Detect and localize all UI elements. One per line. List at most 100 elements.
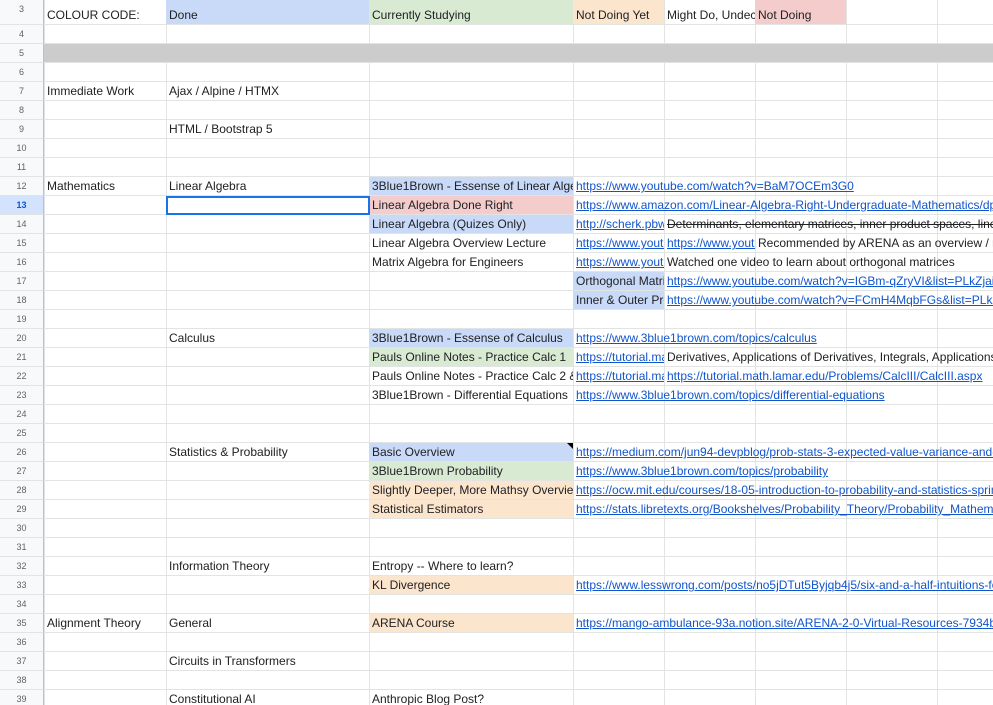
text-cell[interactable]: Statistics & Probability: [166, 443, 369, 462]
text-cell[interactable]: 3Blue1Brown - Essense of Linear Algebra: [369, 177, 573, 196]
link-cell[interactable]: http://scherk.pbworks.com: [573, 215, 664, 234]
row-header-5[interactable]: 5: [0, 44, 44, 63]
text-cell[interactable]: Watched one video to learn about orthogo…: [664, 253, 993, 272]
link-cell[interactable]: https://mango-ambulance-93a.notion.site/…: [573, 614, 993, 633]
row-header-27[interactable]: 27: [0, 462, 44, 481]
row-header-6[interactable]: 6: [0, 63, 44, 82]
row-header-13[interactable]: 13: [0, 196, 44, 215]
text-cell[interactable]: Pauls Online Notes - Practice Calc 2 & 3: [369, 367, 573, 386]
row-header-10[interactable]: 10: [0, 139, 44, 158]
row-header-7[interactable]: 7: [0, 82, 44, 101]
row-header-17[interactable]: 17: [0, 272, 44, 291]
row-number: 32: [16, 561, 27, 571]
text-cell[interactable]: Not Doing Yet: [573, 6, 664, 25]
text-cell[interactable]: Orthogonal Matrices: [573, 272, 664, 291]
text-cell[interactable]: Circuits in Transformers: [166, 652, 369, 671]
row-header-29[interactable]: 29: [0, 500, 44, 519]
text-cell[interactable]: Linear Algebra (Quizes Only): [369, 215, 573, 234]
row-header-25[interactable]: 25: [0, 424, 44, 443]
row-header-21[interactable]: 21: [0, 348, 44, 367]
text-cell[interactable]: Alignment Theory: [44, 614, 166, 633]
text-cell[interactable]: Mathematics: [44, 177, 166, 196]
link-cell[interactable]: https://www.lesswrong.com/posts/no5jDTut…: [573, 576, 993, 595]
row-header-22[interactable]: 22: [0, 367, 44, 386]
text-cell[interactable]: Pauls Online Notes - Practice Calc 1: [369, 348, 573, 367]
row-header-36[interactable]: 36: [0, 633, 44, 652]
row-header-39[interactable]: 39: [0, 690, 44, 705]
text-cell[interactable]: Might Do, Undecided: [664, 6, 755, 25]
row-header-35[interactable]: 35: [0, 614, 44, 633]
link-cell[interactable]: https://www.youtube.com/watch?v=BaM7OCEm…: [573, 177, 993, 196]
text-cell[interactable]: Information Theory: [166, 557, 369, 576]
row-header-23[interactable]: 23: [0, 386, 44, 405]
text-cell[interactable]: Immediate Work: [44, 82, 166, 101]
row-header-20[interactable]: 20: [0, 329, 44, 348]
row-header-18[interactable]: 18: [0, 291, 44, 310]
row-header-11[interactable]: 11: [0, 158, 44, 177]
row-header-30[interactable]: 30: [0, 519, 44, 538]
text-cell[interactable]: General: [166, 614, 369, 633]
text-cell[interactable]: Entropy -- Where to learn?: [369, 557, 573, 576]
text-cell[interactable]: Basic Overview: [369, 443, 573, 462]
text-cell[interactable]: Recommended by ARENA as an overview / re…: [755, 234, 993, 253]
text-cell[interactable]: Inner & Outer Products: [573, 291, 664, 310]
link-cell[interactable]: https://www.youtube.com: [573, 234, 664, 253]
row-header-37[interactable]: 37: [0, 652, 44, 671]
link-cell[interactable]: https://www.youtube.com/watch?v=FCmH4Mqb…: [664, 291, 993, 310]
row-header-38[interactable]: 38: [0, 671, 44, 690]
row-header-15[interactable]: 15: [0, 234, 44, 253]
link-cell[interactable]: https://stats.libretexts.org/Bookshelves…: [573, 500, 993, 519]
text-cell[interactable]: Constitutional AI: [166, 690, 369, 705]
row-header-33[interactable]: 33: [0, 576, 44, 595]
row-header-19[interactable]: 19: [0, 310, 44, 329]
row-header-16[interactable]: 16: [0, 253, 44, 272]
link-cell[interactable]: https://www.amazon.com/Linear-Algebra-Ri…: [573, 196, 993, 215]
row-header-8[interactable]: 8: [0, 101, 44, 120]
link-cell[interactable]: https://tutorial.math.lamar.edu: [573, 348, 664, 367]
text-cell[interactable]: 3Blue1Brown Probability: [369, 462, 573, 481]
link-cell[interactable]: https://www.youtube.com/playlist?: [573, 253, 664, 272]
row-header-32[interactable]: 32: [0, 557, 44, 576]
row-header-9[interactable]: 9: [0, 120, 44, 139]
link-cell[interactable]: https://www.youtube.com/watch?v=IGBm-qZr…: [664, 272, 993, 291]
text-cell[interactable]: Not Doing: [755, 6, 846, 25]
row-header-34[interactable]: 34: [0, 595, 44, 614]
row-header-26[interactable]: 26: [0, 443, 44, 462]
text-cell[interactable]: KL Divergence: [369, 576, 573, 595]
text-cell[interactable]: Ajax / Alpine / HTMX: [166, 82, 369, 101]
text-cell[interactable]: COLOUR CODE:: [44, 6, 166, 25]
link-cell[interactable]: https://tutorial.math.lamar.edu: [573, 367, 664, 386]
text-cell[interactable]: Statistical Estimators: [369, 500, 573, 519]
spreadsheet-grid[interactable]: 3 COLOUR CODE: Done Currently Studying Not D…: [0, 0, 993, 705]
link-cell[interactable]: https://medium.com/jun94-devpblog/prob-s…: [573, 443, 993, 462]
link-cell[interactable]: https://www.3blue1brown.com/topics/calcu…: [573, 329, 993, 348]
text-cell[interactable]: ARENA Course: [369, 614, 573, 633]
text-cell[interactable]: Slightly Deeper, More Mathsy Overview: [369, 481, 573, 500]
text-cell[interactable]: Linear Algebra: [166, 177, 369, 196]
active-cell-selection[interactable]: [166, 196, 370, 215]
text-cell[interactable]: Derivatives, Applications of Derivatives…: [664, 348, 993, 367]
link-cell[interactable]: https://www.3blue1brown.com/topics/diffe…: [573, 386, 993, 405]
text-cell[interactable]: Determinants, elementary matrices, inner…: [664, 215, 993, 234]
text-cell[interactable]: HTML / Bootstrap 5: [166, 120, 369, 139]
link-cell[interactable]: https://tutorial.math.lamar.edu/Problems…: [664, 367, 993, 386]
link-cell[interactable]: https://www.3blue1brown.com/topics/proba…: [573, 462, 993, 481]
row-header-28[interactable]: 28: [0, 481, 44, 500]
link-cell[interactable]: https://www.youtube.com: [664, 234, 755, 253]
text-cell[interactable]: Done: [166, 6, 369, 25]
text-cell[interactable]: Anthropic Blog Post?: [369, 690, 573, 705]
text-cell[interactable]: Calculus: [166, 329, 369, 348]
text-cell[interactable]: Linear Algebra Done Right: [369, 196, 573, 215]
text-cell[interactable]: 3Blue1Brown - Essense of Calculus: [369, 329, 573, 348]
row-header-12[interactable]: 12: [0, 177, 44, 196]
link-cell[interactable]: https://ocw.mit.edu/courses/18-05-introd…: [573, 481, 993, 500]
row-header-14[interactable]: 14: [0, 215, 44, 234]
text-cell[interactable]: Linear Algebra Overview Lecture: [369, 234, 573, 253]
row-header-31[interactable]: 31: [0, 538, 44, 557]
text-cell[interactable]: Matrix Algebra for Engineers: [369, 253, 573, 272]
text-cell[interactable]: 3Blue1Brown - Differential Equations: [369, 386, 573, 405]
row-header-24[interactable]: 24: [0, 405, 44, 424]
row-header-3[interactable]: 3: [0, 0, 44, 25]
text-cell[interactable]: Currently Studying: [369, 6, 573, 25]
row-header-4[interactable]: 4: [0, 25, 44, 44]
